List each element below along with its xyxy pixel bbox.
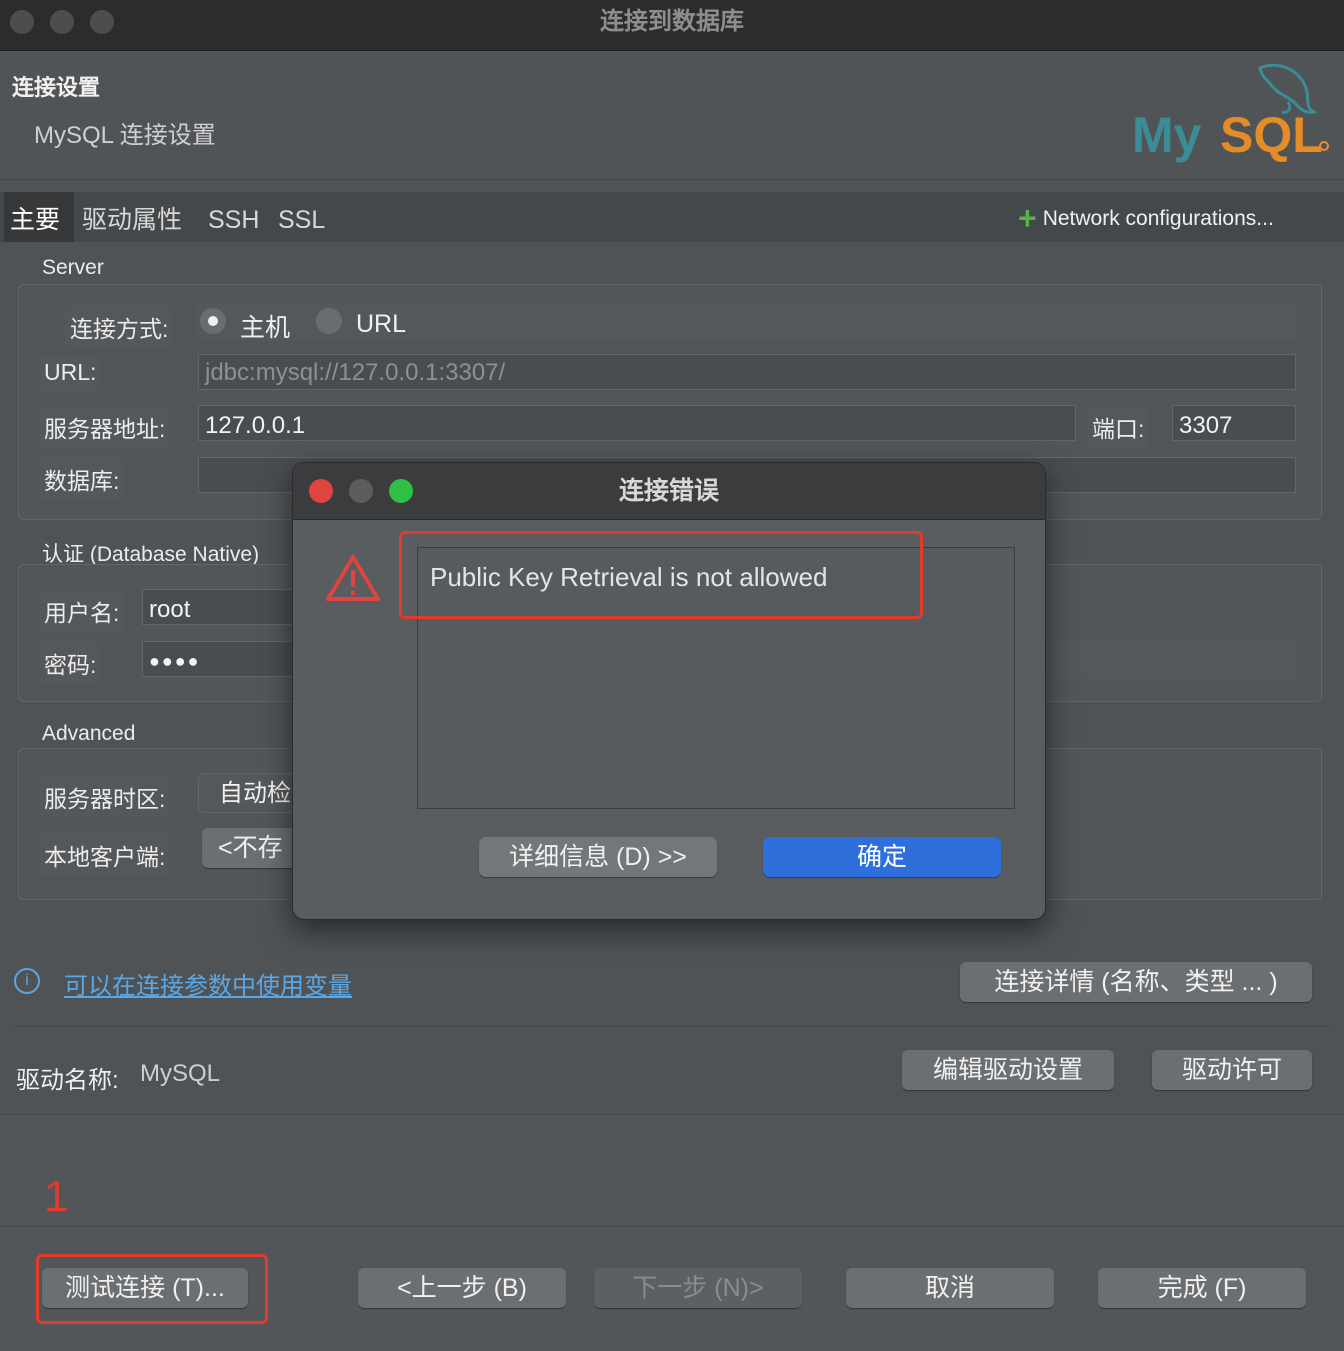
password-label: 密码: [40,642,101,684]
network-configurations-button[interactable]: + Network configurations... [1018,200,1274,237]
plus-icon: + [1018,200,1037,236]
tab-ssl[interactable]: SSL [278,192,325,242]
port-field[interactable]: 3307 [1172,405,1296,441]
cancel-button[interactable]: 取消 [846,1268,1054,1308]
url-label: URL: [40,355,101,390]
show-details-button[interactable]: 详细信息 (D) >> [479,837,717,877]
mysql-logo: My SQL [1132,63,1329,163]
window-titlebar: 连接到数据库 [0,0,1344,51]
radio-url[interactable] [316,308,342,334]
tab-driver-properties[interactable]: 驱动属性 [82,192,182,242]
host-label: 服务器地址: [40,406,170,448]
radio-host-label[interactable]: 主机 [240,308,290,344]
dialog-title: 连接错误 [618,477,719,505]
driver-name-value: MySQL [140,1060,221,1087]
annotation-highlight-test [36,1254,268,1324]
divider [12,1026,1332,1027]
timezone-select[interactable]: 自动检 [198,773,302,813]
network-configurations-label: Network configurations... [1042,207,1274,230]
warning-icon [326,555,380,601]
password-field[interactable]: ●●●● [142,641,302,677]
edit-driver-settings-button[interactable]: 编辑驱动设置 [902,1050,1114,1090]
tab-ssh[interactable]: SSH [208,192,259,242]
username-field[interactable]: root [142,589,302,625]
finish-button[interactable]: 完成 (F) [1098,1268,1306,1308]
ok-button[interactable]: 确定 [763,837,1001,877]
tab-main[interactable]: 主要 [4,192,74,242]
back-button[interactable]: <上一步 (B) [358,1268,566,1308]
next-button[interactable]: 下一步 (N)> [594,1268,802,1308]
driver-license-button[interactable]: 驱动许可 [1152,1050,1312,1090]
error-dialog: 连接错误 Public Key Retrieval is not allowed… [292,462,1046,920]
advanced-group-title: Advanced [42,722,136,745]
connect-method-label: 连接方式: [66,306,173,348]
url-field[interactable]: jdbc:mysql://127.0.0.1:3307/ [198,354,1296,390]
driver-name-label: 驱动名称: [16,1067,119,1094]
server-group-title: Server [42,256,104,279]
variables-help-link[interactable]: 可以在连接参数中使用变量 [64,966,352,1001]
window-title: 连接到数据库 [600,8,744,35]
page-title: 连接设置 [12,75,101,100]
annotation-number: 1 [44,1172,69,1221]
logo-my-text: My [1132,107,1202,163]
info-icon: i [14,968,40,994]
host-field[interactable]: 127.0.0.1 [198,405,1076,441]
radio-url-label[interactable]: URL [356,310,406,339]
annotation-highlight-error [399,531,923,619]
connection-details-button[interactable]: 连接详情 (名称、类型 ... ) [960,962,1312,1002]
page-subtitle: MySQL 连接设置 [34,122,216,149]
local-client-label: 本地客户端: [40,834,170,876]
database-label: 数据库: [40,458,124,500]
username-label: 用户名: [40,590,124,632]
dialog-titlebar: 连接错误 [293,463,1045,520]
port-label: 端口: [1088,406,1149,448]
radio-host[interactable] [200,308,226,334]
local-client-select[interactable]: <不存 [202,828,302,868]
timezone-label: 服务器时区: [40,776,170,818]
logo-sql-text: SQL [1220,107,1323,163]
